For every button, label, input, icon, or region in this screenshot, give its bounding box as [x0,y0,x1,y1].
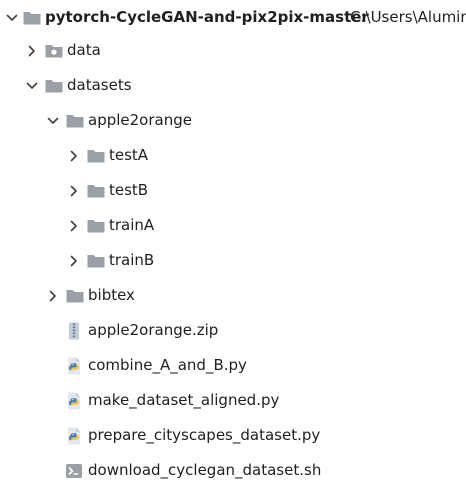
tree-label-make-dataset-py: make_dataset_aligned.py [88,391,280,409]
tree-label-prepare-cityscapes-py: prepare_cityscapes_dataset.py [88,426,321,444]
shell-script-icon [64,461,84,481]
tree-row-prepare-cityscapes-py[interactable]: prepare_cityscapes_dataset.py [0,418,466,453]
module-folder-icon [44,41,64,61]
tree-row-trainB[interactable]: trainB [0,243,466,278]
tree-row-data[interactable]: data [0,33,466,68]
tree-label-apple2orange: apple2orange [88,111,192,129]
chevron-right-icon[interactable] [64,216,84,236]
chevron-right-icon[interactable] [43,286,63,306]
python-file-icon [64,356,84,376]
folder-icon [86,146,106,166]
tree-label-download-sh: download_cyclegan_dataset.sh [88,461,322,479]
tree-row-make-dataset-py[interactable]: make_dataset_aligned.py [0,383,466,418]
project-name: pytorch-CycleGAN-and-pix2pix-master [45,8,369,26]
tree-row-apple2orange[interactable]: apple2orange [0,103,466,138]
tree-label-testB: testB [109,181,149,199]
tree-label-data: data [67,41,101,59]
folder-icon [86,216,106,236]
tree-row-apple2orange-zip[interactable]: apple2orange.zip [0,313,466,348]
chevron-right-icon[interactable] [22,41,42,61]
folder-icon [65,111,85,131]
tree-row-testB[interactable]: testB [0,173,466,208]
tree-label-combine-py: combine_A_and_B.py [88,356,247,374]
python-file-icon [64,391,84,411]
python-file-icon [64,426,84,446]
project-tree: pytorch-CycleGAN-and-pix2pix-master C:\U… [0,0,466,486]
folder-icon [65,286,85,306]
chevron-down-icon[interactable] [43,111,63,131]
tree-row-testA[interactable]: testA [0,138,466,173]
tree-row-project-root[interactable]: pytorch-CycleGAN-and-pix2pix-master C:\U… [0,0,466,35]
folder-icon [86,251,106,271]
folder-icon [86,181,106,201]
tree-row-trainA[interactable]: trainA [0,208,466,243]
tree-label-datasets: datasets [67,76,132,94]
tree-label-trainB: trainB [109,251,155,269]
chevron-right-icon[interactable] [64,146,84,166]
chevron-down-icon[interactable] [2,8,22,28]
chevron-down-icon[interactable] [22,76,42,96]
tree-row-bibtex[interactable]: bibtex [0,278,466,313]
zip-archive-icon [64,321,84,341]
tree-label-bibtex: bibtex [88,286,135,304]
chevron-right-icon[interactable] [64,181,84,201]
chevron-right-icon[interactable] [64,251,84,271]
project-path: C:\Users\Alumin [350,8,466,26]
tree-row-datasets[interactable]: datasets [0,68,466,103]
tree-label-trainA: trainA [109,216,155,234]
tree-row-combine-py[interactable]: combine_A_and_B.py [0,348,466,383]
tree-row-download-sh[interactable]: download_cyclegan_dataset.sh [0,453,466,488]
tree-label-apple2orange-zip: apple2orange.zip [88,321,219,339]
folder-icon [44,76,64,96]
tree-label-testA: testA [109,146,149,164]
folder-icon [22,8,42,28]
